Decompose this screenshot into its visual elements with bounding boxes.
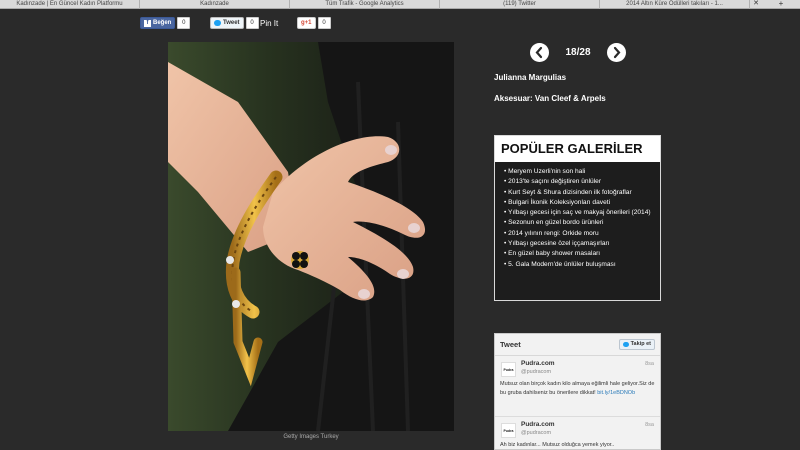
facebook-like-count: 0	[177, 17, 191, 29]
twitter-share-widget: Tweet 0	[210, 16, 259, 30]
celebrity-name: Julianna Margulias	[494, 73, 567, 82]
popular-galleries-title: POPÜLER GALERİLER	[495, 136, 660, 162]
tweet-timestamp[interactable]: 8sa	[645, 422, 654, 428]
gallery-navigation: 18/28	[530, 42, 626, 62]
pin-it-button[interactable]: Pin It	[260, 16, 278, 30]
gplus-widget: g+1 0	[297, 16, 331, 30]
accessory-brand: Aksesuar: Van Cleef & Arpels	[494, 94, 606, 103]
browser-tab-bar: Kadınzade | En Güncel Kadın Platformu Ka…	[0, 0, 800, 9]
new-tab-button[interactable]: +	[762, 0, 800, 8]
popular-galleries-list: • Meryem Uzerli'nin son hali • 2013'te s…	[495, 162, 660, 270]
tweet-button[interactable]: Tweet	[210, 17, 244, 29]
close-tab-icon[interactable]: ✕	[750, 0, 762, 8]
prev-button[interactable]	[530, 42, 549, 62]
tweet-author-name[interactable]: Pudra.com	[521, 360, 655, 367]
tweet-label: Tweet	[223, 20, 240, 26]
popular-gallery-link[interactable]: • 5. Gala Modern'de ünlüler buluşması	[504, 260, 654, 270]
tweet-author-handle[interactable]: @pudracom	[521, 430, 655, 436]
avatar[interactable]: Pudra	[501, 362, 516, 377]
tweet-item[interactable]: Pudra Pudra.com @pudracom 8sa Mutsuz ola…	[495, 356, 660, 417]
popular-gallery-link[interactable]: • 2014 yılının rengi: Orkide moru	[504, 229, 654, 239]
chevron-right-icon	[613, 46, 621, 58]
twitter-widget-header: Tweet Takip et	[495, 334, 660, 356]
photo-credit: Getty Images Turkey	[283, 434, 339, 440]
popular-gallery-link[interactable]: • Kurt Seyt & Shura dizisinden ilk fotoğ…	[504, 188, 654, 198]
tweet-text: Ah biz kadınlar... Mutsuz olduğca yemek …	[500, 441, 655, 449]
browser-tab[interactable]: Kadınzade | En Güncel Kadın Platformu	[0, 0, 140, 9]
twitter-bird-icon	[214, 20, 221, 26]
follow-label: Takip et	[630, 341, 651, 347]
tweet-body: Ah biz kadınlar... Mutsuz olduğca yemek …	[500, 442, 615, 448]
tweet-timestamp[interactable]: 8sa	[645, 361, 654, 367]
browser-tab[interactable]: (119) Twitter	[440, 0, 600, 9]
twitter-bird-icon	[622, 342, 629, 347]
popular-gallery-link[interactable]: • Yılbaşı gecesine özel iççamaşırları	[504, 239, 654, 249]
gallery-photo	[168, 42, 454, 431]
facebook-like-button[interactable]: f Beğen	[140, 17, 176, 29]
tweet-author-handle[interactable]: @pudracom	[521, 369, 655, 375]
popular-gallery-link[interactable]: • Sezonun en güzel bordo ürünleri	[504, 218, 654, 228]
gplus-count: 0	[317, 17, 331, 29]
tweet-author-name[interactable]: Pudra.com	[521, 421, 655, 428]
browser-tab[interactable]: Tüm Trafik - Google Analytics	[290, 0, 440, 9]
avatar[interactable]: Pudra	[501, 423, 516, 438]
facebook-icon: f	[144, 19, 151, 27]
tweet-count: 0	[245, 17, 259, 29]
next-button[interactable]	[607, 42, 626, 62]
clover-ring	[291, 251, 309, 269]
popular-gallery-link[interactable]: • En güzel baby shower masaları	[504, 249, 654, 259]
slide-counter: 18/28	[565, 46, 591, 58]
gplus-button[interactable]: g+1	[297, 17, 316, 29]
tweet-link[interactable]: bit.ly/1eBDNOb	[597, 390, 635, 396]
follow-button[interactable]: Takip et	[618, 339, 655, 350]
gallery-photo-illustration	[168, 42, 454, 431]
tweet-item[interactable]: Pudra Pudra.com @pudracom 8sa Ah biz kad…	[495, 417, 660, 449]
facebook-like-widget: f Beğen 0	[140, 16, 191, 30]
popular-gallery-link[interactable]: • Meryem Uzerli'nin son hali	[504, 167, 654, 177]
popular-gallery-link[interactable]: • Bulgari İkonik Koleksiyonları daveti	[504, 198, 654, 208]
popular-gallery-link[interactable]: • Yılbaşı gecesi için saç ve makyaj öner…	[504, 208, 654, 218]
facebook-like-label: Beğen	[153, 20, 172, 26]
twitter-timeline-widget: Tweet Takip et Pudra Pudra.com @pudracom…	[494, 333, 661, 450]
popular-gallery-link[interactable]: • 2013'te saçını değiştiren ünlüler	[504, 177, 654, 187]
chevron-left-icon	[535, 46, 543, 58]
browser-tab[interactable]: Kadınzade	[140, 0, 290, 9]
popular-galleries-panel: POPÜLER GALERİLER • Meryem Uzerli'nin so…	[494, 135, 661, 301]
twitter-widget-title: Tweet	[500, 340, 521, 349]
browser-tab-active[interactable]: 2014 Altın Küre Ödülleri takıları - 1...	[600, 0, 750, 9]
tweet-text: Mutsuz olan birçok kadın kilo almaya eği…	[500, 380, 655, 397]
